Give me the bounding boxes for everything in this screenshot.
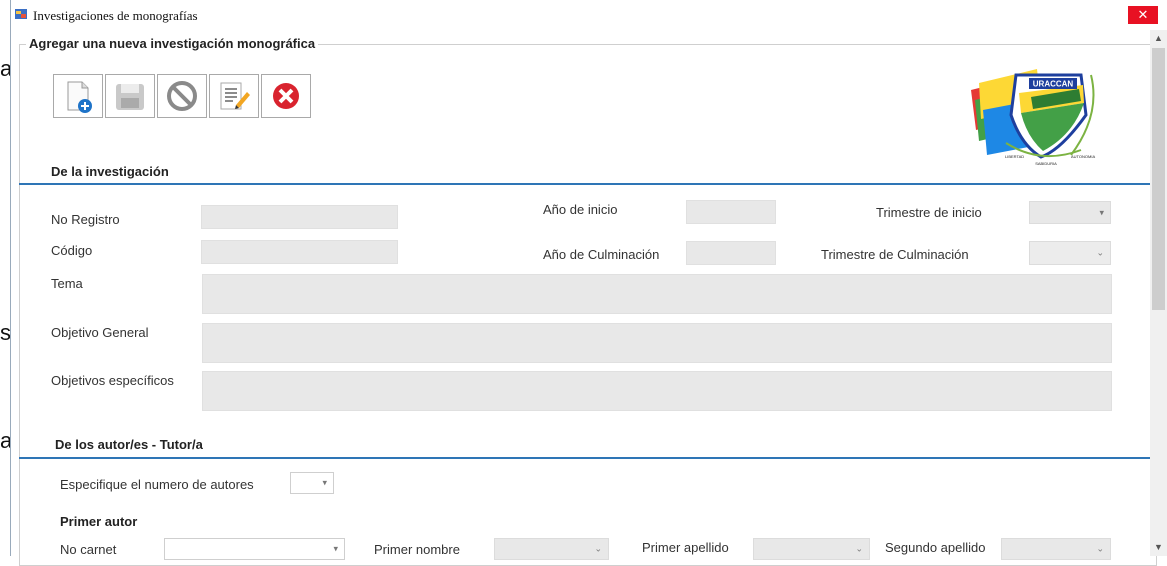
no-carnet-label: No carnet — [60, 542, 117, 557]
section-title-autores: De los autor/es - Tutor/a — [55, 437, 203, 452]
chevron-down-icon: ⌄ — [594, 543, 602, 554]
objetivo-general-label: Objetivo General — [51, 325, 149, 340]
anio-inicio-label: Año de inicio — [543, 202, 618, 217]
segundo-apellido-label: Segundo apellido — [885, 540, 986, 555]
tema-label: Tema — [51, 276, 83, 291]
edit-icon — [220, 82, 250, 110]
cancel-button[interactable] — [157, 74, 207, 118]
numero-autores-label: Especifique el numero de autores — [60, 477, 254, 492]
close-icon — [273, 83, 299, 109]
trimestre-inicio-combo[interactable]: ▾ — [1029, 201, 1111, 224]
trimestre-inicio-label: Trimestre de inicio — [876, 205, 982, 220]
anio-culminacion-field[interactable] — [686, 241, 776, 265]
toolbar — [53, 74, 313, 118]
window-title: Investigaciones de monografías — [33, 8, 198, 23]
no-registro-field[interactable] — [201, 205, 398, 229]
window-close-button[interactable]: ✕ — [1128, 6, 1158, 24]
segundo-apellido-combo[interactable]: ⌄ — [1001, 538, 1111, 560]
anio-inicio-field[interactable] — [686, 200, 776, 224]
tema-field[interactable] — [202, 274, 1112, 314]
primer-apellido-combo[interactable]: ⌄ — [753, 538, 870, 560]
cancel-icon — [167, 81, 197, 111]
scroll-down-arrow-icon[interactable]: ▼ — [1150, 539, 1167, 556]
chevron-down-icon: ⌄ — [1096, 247, 1104, 258]
primer-nombre-combo[interactable]: ⌄ — [494, 538, 609, 560]
primer-apellido-label: Primer apellido — [642, 540, 729, 555]
trimestre-culminacion-label: Trimestre de Culminación — [821, 247, 969, 262]
chevron-down-icon: ⌄ — [1096, 543, 1104, 554]
vertical-scrollbar[interactable]: ▲ ▼ — [1150, 30, 1167, 556]
trimestre-culminacion-combo[interactable]: ⌄ — [1029, 241, 1111, 265]
section-separator — [19, 457, 1155, 459]
save-icon — [116, 84, 144, 110]
numero-autores-combo[interactable]: ▾ — [290, 472, 334, 494]
title-bar[interactable]: Investigaciones de monografías ✕ — [11, 0, 1158, 30]
logo-motto-center: SABIDURIA — [1035, 161, 1057, 166]
edit-button[interactable] — [209, 74, 259, 118]
objetivos-especificos-label: Objetivos específicos — [51, 373, 174, 388]
objetivo-general-field[interactable] — [202, 323, 1112, 363]
primer-autor-title: Primer autor — [60, 514, 138, 529]
logo-motto-left: LIBERTAD — [1005, 154, 1024, 159]
scrollbar-thumb[interactable] — [1152, 48, 1165, 310]
codigo-field[interactable] — [201, 240, 398, 264]
codigo-label: Código — [51, 243, 93, 258]
anio-culminacion-label: Año de Culminación — [543, 247, 660, 262]
logo-text: URACCAN — [1033, 80, 1074, 89]
save-button[interactable] — [105, 74, 155, 118]
primer-nombre-label: Primer nombre — [374, 542, 460, 557]
group-title: Agregar una nueva investigación monográf… — [26, 36, 319, 51]
app-icon — [15, 9, 27, 19]
close-button[interactable] — [261, 74, 311, 118]
section-title-investigacion: De la investigación — [51, 164, 169, 179]
no-carnet-combo[interactable]: ▾ — [164, 538, 345, 560]
no-registro-label: No Registro — [51, 212, 120, 227]
new-document-icon — [67, 81, 92, 113]
chevron-down-icon: ▾ — [333, 543, 338, 554]
uraccan-logo: URACCAN LIBERTAD SABIDURIA AUTONOMIA — [971, 69, 1095, 166]
chevron-down-icon: ⌄ — [855, 543, 863, 554]
scroll-up-arrow-icon[interactable]: ▲ — [1150, 30, 1167, 47]
section-separator — [19, 183, 1155, 185]
chevron-down-icon: ▾ — [1099, 207, 1104, 217]
logo-motto-right: AUTONOMIA — [1071, 154, 1095, 159]
new-button[interactable] — [53, 74, 103, 118]
chevron-down-icon: ▾ — [322, 477, 327, 488]
objetivos-especificos-field[interactable] — [202, 371, 1112, 411]
main-window: Investigaciones de monografías ✕ Agregar… — [10, 0, 1167, 566]
